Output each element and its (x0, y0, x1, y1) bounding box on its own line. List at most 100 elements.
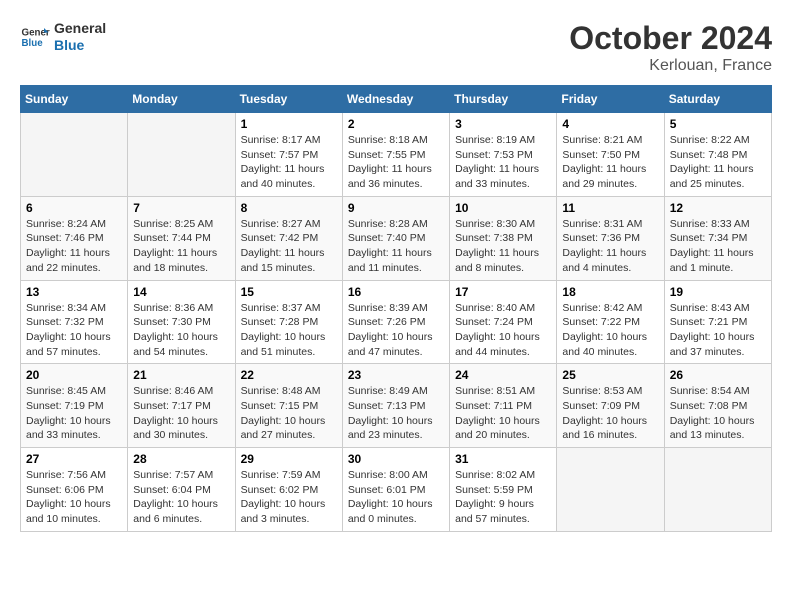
day-number: 13 (26, 285, 122, 299)
calendar-cell: 21Sunrise: 8:46 AMSunset: 7:17 PMDayligh… (128, 364, 235, 448)
day-number: 22 (241, 368, 337, 382)
day-number: 19 (670, 285, 766, 299)
day-number: 24 (455, 368, 551, 382)
calendar-cell: 14 Sunrise: 8:36 AMSunset: 7:30 PMDayligh… (128, 280, 235, 364)
day-number: 25 (562, 368, 658, 382)
day-detail: Sunrise: 8:49 AMSunset: 7:13 PMDaylight:… (348, 384, 444, 443)
day-detail: Sunrise: 8:00 AMSunset: 6:01 PMDaylight:… (348, 468, 444, 527)
calendar-cell: 30 Sunrise: 8:00 AMSunset: 6:01 PMDayligh… (342, 448, 449, 532)
day-number: 3 (455, 117, 551, 131)
day-number: 23 (348, 368, 444, 382)
day-number: 17 (455, 285, 551, 299)
day-detail: Sunrise: 8:19 AMSunset: 7:53 PMDaylight:… (455, 133, 551, 192)
svg-text:General: General (22, 27, 51, 38)
day-detail: Sunrise: 8:37 AMSunset: 7:28 PMDaylight:… (241, 301, 337, 360)
calendar-cell: 13 Sunrise: 8:34 AMSunset: 7:32 PMDayligh… (21, 280, 128, 364)
title-block: October 2024 Kerlouan, France (569, 20, 772, 75)
day-detail: Sunrise: 7:59 AMSunset: 6:02 PMDaylight:… (241, 468, 337, 527)
calendar-cell: 28Sunrise: 7:57 AMSunset: 6:04 PMDayligh… (128, 448, 235, 532)
calendar-cell: 1 Sunrise: 8:17 AMSunset: 7:57 PMDaylight… (235, 113, 342, 197)
header-cell-sunday: Sunday (21, 86, 128, 113)
calendar-cell: 2Sunrise: 8:18 AMSunset: 7:55 PMDaylight… (342, 113, 449, 197)
calendar-body: 1 Sunrise: 8:17 AMSunset: 7:57 PMDaylight… (21, 113, 772, 532)
day-detail: Sunrise: 8:45 AMSunset: 7:19 PMDaylight:… (26, 384, 122, 443)
day-number: 1 (241, 117, 337, 131)
calendar-cell: 26 Sunrise: 8:54 AMSunset: 7:08 PMDayligh… (664, 364, 771, 448)
calendar-cell: 20Sunrise: 8:45 AMSunset: 7:19 PMDayligh… (21, 364, 128, 448)
calendar-cell (21, 113, 128, 197)
day-detail: Sunrise: 8:18 AMSunset: 7:55 PMDaylight:… (348, 133, 444, 192)
calendar-cell: 7 Sunrise: 8:25 AMSunset: 7:44 PMDaylight… (128, 196, 235, 280)
day-number: 5 (670, 117, 766, 131)
day-detail: Sunrise: 8:53 AMSunset: 7:09 PMDaylight:… (562, 384, 658, 443)
calendar-cell: 16 Sunrise: 8:39 AMSunset: 7:26 PMDayligh… (342, 280, 449, 364)
day-number: 12 (670, 201, 766, 215)
day-number: 15 (241, 285, 337, 299)
day-number: 7 (133, 201, 229, 215)
day-detail: Sunrise: 8:43 AMSunset: 7:21 PMDaylight:… (670, 301, 766, 360)
day-detail: Sunrise: 8:33 AMSunset: 7:34 PMDaylight:… (670, 217, 766, 276)
svg-text:Blue: Blue (22, 38, 44, 49)
calendar-week-0: 1 Sunrise: 8:17 AMSunset: 7:57 PMDaylight… (21, 113, 772, 197)
day-number: 26 (670, 368, 766, 382)
calendar-cell: 12 Sunrise: 8:33 AMSunset: 7:34 PMDayligh… (664, 196, 771, 280)
day-number: 14 (133, 285, 229, 299)
calendar-cell: 5 Sunrise: 8:22 AMSunset: 7:48 PMDaylight… (664, 113, 771, 197)
day-number: 9 (348, 201, 444, 215)
day-detail: Sunrise: 8:34 AMSunset: 7:32 PMDaylight:… (26, 301, 122, 360)
header-cell-tuesday: Tuesday (235, 86, 342, 113)
day-number: 31 (455, 452, 551, 466)
day-detail: Sunrise: 8:28 AMSunset: 7:40 PMDaylight:… (348, 217, 444, 276)
day-detail: Sunrise: 8:51 AMSunset: 7:11 PMDaylight:… (455, 384, 551, 443)
calendar-cell (128, 113, 235, 197)
logo-icon: General Blue (20, 22, 50, 52)
day-detail: Sunrise: 8:42 AMSunset: 7:22 PMDaylight:… (562, 301, 658, 360)
calendar-cell: 18 Sunrise: 8:42 AMSunset: 7:22 PMDayligh… (557, 280, 664, 364)
day-number: 29 (241, 452, 337, 466)
calendar-week-4: 27Sunrise: 7:56 AMSunset: 6:06 PMDayligh… (21, 448, 772, 532)
calendar-cell: 25 Sunrise: 8:53 AMSunset: 7:09 PMDayligh… (557, 364, 664, 448)
day-detail: Sunrise: 8:36 AMSunset: 7:30 PMDaylight:… (133, 301, 229, 360)
day-number: 4 (562, 117, 658, 131)
calendar-cell: 8Sunrise: 8:27 AMSunset: 7:42 PMDaylight… (235, 196, 342, 280)
calendar-cell (557, 448, 664, 532)
day-number: 8 (241, 201, 337, 215)
day-detail: Sunrise: 8:02 AMSunset: 5:59 PMDaylight:… (455, 468, 551, 527)
day-number: 18 (562, 285, 658, 299)
day-detail: Sunrise: 8:22 AMSunset: 7:48 PMDaylight:… (670, 133, 766, 192)
day-number: 11 (562, 201, 658, 215)
header-row: SundayMondayTuesdayWednesdayThursdayFrid… (21, 86, 772, 113)
page-header: General Blue General Blue October 2024 K… (20, 20, 772, 75)
calendar-cell: 6 Sunrise: 8:24 AMSunset: 7:46 PMDaylight… (21, 196, 128, 280)
calendar-subtitle: Kerlouan, France (569, 57, 772, 75)
day-number: 30 (348, 452, 444, 466)
day-number: 27 (26, 452, 122, 466)
calendar-cell: 19 Sunrise: 8:43 AMSunset: 7:21 PMDayligh… (664, 280, 771, 364)
calendar-cell: 10Sunrise: 8:30 AMSunset: 7:38 PMDayligh… (450, 196, 557, 280)
calendar-cell: 27Sunrise: 7:56 AMSunset: 6:06 PMDayligh… (21, 448, 128, 532)
logo-line2: Blue (54, 37, 106, 54)
calendar-cell: 29 Sunrise: 7:59 AMSunset: 6:02 PMDayligh… (235, 448, 342, 532)
day-number: 6 (26, 201, 122, 215)
day-number: 21 (133, 368, 229, 382)
day-detail: Sunrise: 8:25 AMSunset: 7:44 PMDaylight:… (133, 217, 229, 276)
day-detail: Sunrise: 8:30 AMSunset: 7:38 PMDaylight:… (455, 217, 551, 276)
day-detail: Sunrise: 7:57 AMSunset: 6:04 PMDaylight:… (133, 468, 229, 527)
day-detail: Sunrise: 8:17 AMSunset: 7:57 PMDaylight:… (241, 133, 337, 192)
header-cell-wednesday: Wednesday (342, 86, 449, 113)
calendar-cell: 23 Sunrise: 8:49 AMSunset: 7:13 PMDayligh… (342, 364, 449, 448)
header-cell-friday: Friday (557, 86, 664, 113)
day-number: 16 (348, 285, 444, 299)
calendar-cell: 3 Sunrise: 8:19 AMSunset: 7:53 PMDaylight… (450, 113, 557, 197)
header-cell-thursday: Thursday (450, 86, 557, 113)
day-detail: Sunrise: 8:24 AMSunset: 7:46 PMDaylight:… (26, 217, 122, 276)
logo-line1: General (54, 20, 106, 37)
logo: General Blue General Blue (20, 20, 106, 54)
day-detail: Sunrise: 8:21 AMSunset: 7:50 PMDaylight:… (562, 133, 658, 192)
day-detail: Sunrise: 8:39 AMSunset: 7:26 PMDaylight:… (348, 301, 444, 360)
day-detail: Sunrise: 8:54 AMSunset: 7:08 PMDaylight:… (670, 384, 766, 443)
calendar-week-3: 20Sunrise: 8:45 AMSunset: 7:19 PMDayligh… (21, 364, 772, 448)
calendar-table: SundayMondayTuesdayWednesdayThursdayFrid… (20, 85, 772, 532)
calendar-cell: 9 Sunrise: 8:28 AMSunset: 7:40 PMDaylight… (342, 196, 449, 280)
calendar-cell: 15 Sunrise: 8:37 AMSunset: 7:28 PMDayligh… (235, 280, 342, 364)
